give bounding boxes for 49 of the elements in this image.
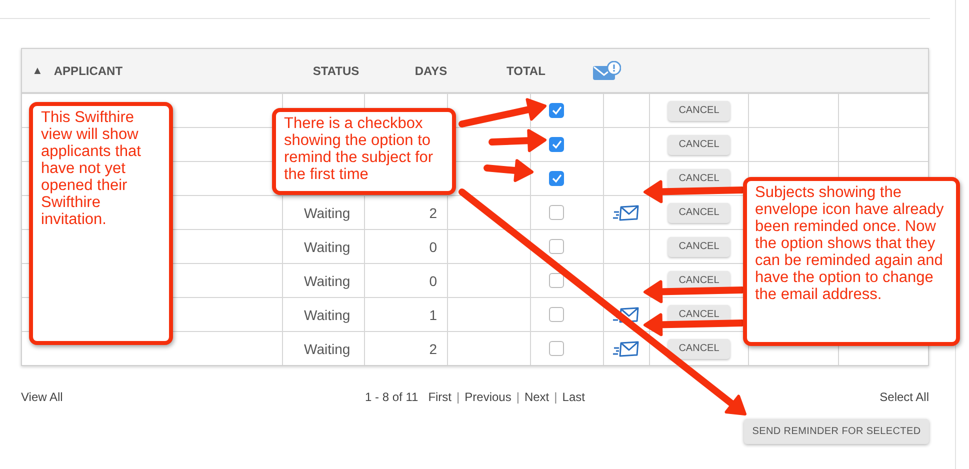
checkbox[interactable] [549, 137, 564, 152]
page-link[interactable]: Previous [464, 390, 512, 404]
callout-note: Subjects showing the envelope icon have already been reminded once. Now the option shows that they can be reminded again and have the option to change the email address. [743, 177, 960, 346]
status-text: Waiting [304, 306, 350, 322]
page-link[interactable]: Next [524, 390, 550, 404]
separator: | [554, 390, 558, 404]
checkbox[interactable] [549, 239, 564, 254]
checkbox[interactable] [549, 205, 564, 220]
days-count: 0 [429, 272, 437, 288]
status-text: Waiting [304, 340, 350, 356]
days-count: 0 [429, 238, 437, 254]
cancel-button[interactable]: CANCEL [668, 338, 730, 358]
sort-indicator[interactable]: ▲ [32, 64, 43, 76]
separator: | [516, 390, 520, 404]
checkbox[interactable] [549, 273, 564, 288]
cancel-button[interactable]: CANCEL [668, 134, 730, 154]
days-count: 2 [429, 340, 437, 356]
page-range: 1 - 8 of 11 [365, 390, 418, 404]
days-count: 2 [429, 204, 437, 220]
status-text: Waiting [304, 238, 350, 254]
cancel-button[interactable]: CANCEL [668, 202, 730, 222]
cancel-button[interactable]: CANCEL [668, 100, 730, 120]
checkbox[interactable] [549, 341, 564, 356]
envelope-icon [613, 306, 640, 322]
cancel-button[interactable]: CANCEL [668, 168, 730, 188]
column-header[interactable]: STATUS [312, 64, 360, 78]
cancel-button[interactable]: CANCEL [668, 236, 730, 256]
callout-note: There is a checkbox showing the option to remind the subject for the first time [272, 108, 456, 195]
callout-note: This Swifthire view will show applicants that have not yet opened their Swifthire invitation. [29, 102, 173, 345]
days-count: 1 [429, 306, 437, 322]
checkbox[interactable] [549, 171, 564, 186]
envelope-icon [613, 204, 640, 220]
separator: | [456, 390, 460, 404]
envelope-icon [613, 340, 640, 356]
column-header[interactable]: DAYS [414, 64, 448, 78]
arrow [484, 159, 534, 182]
checkbox[interactable] [549, 307, 564, 322]
page-link[interactable]: Last [562, 390, 585, 404]
send-reminder-button[interactable]: SEND REMINDER FOR SELECTED [744, 419, 929, 444]
status-text: Waiting [304, 272, 350, 288]
envelope-alert-icon [592, 60, 620, 80]
checkbox[interactable] [549, 103, 564, 118]
arrow [488, 129, 546, 152]
view-all-link[interactable]: View All [21, 390, 366, 404]
status-text: Waiting [304, 204, 350, 220]
column-header[interactable]: TOTAL [506, 64, 546, 78]
page-link[interactable]: First [428, 390, 452, 404]
column-header[interactable]: APPLICANT [54, 64, 123, 78]
select-all-link[interactable]: Select All [880, 390, 929, 404]
